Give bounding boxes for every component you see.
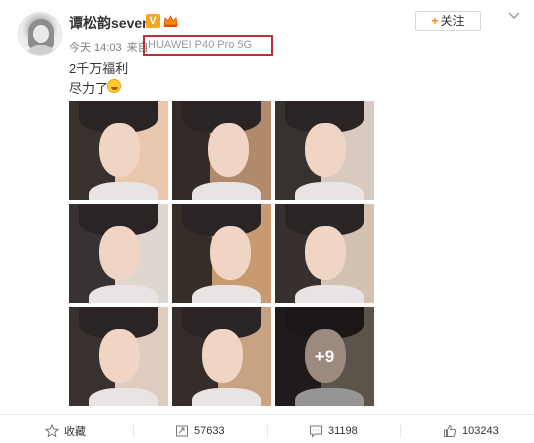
comment-count: 31198 bbox=[328, 425, 358, 437]
avatar-face bbox=[33, 25, 49, 43]
device-source[interactable]: HUAWEI P40 Pro 5G bbox=[148, 39, 252, 51]
photo-6[interactable] bbox=[275, 204, 374, 303]
photo-1[interactable] bbox=[69, 101, 168, 200]
follow-plus: + bbox=[431, 14, 439, 28]
repost-count: 57633 bbox=[194, 425, 225, 437]
photo-5[interactable] bbox=[172, 204, 271, 303]
comment-button[interactable]: 31198 bbox=[309, 420, 358, 442]
post-avatar[interactable] bbox=[18, 12, 62, 56]
emoji-icon bbox=[107, 79, 121, 93]
like-icon bbox=[444, 424, 457, 437]
photo-8[interactable] bbox=[172, 307, 271, 406]
follow-label: 关注 bbox=[440, 14, 465, 28]
favorite-button[interactable]: 收藏 bbox=[45, 420, 86, 442]
photo-3[interactable] bbox=[275, 101, 374, 200]
post-text-line2: 尽力了 bbox=[69, 81, 109, 96]
post-text-line1: 2千万福利 bbox=[69, 61, 129, 76]
action-separator bbox=[133, 425, 134, 438]
comment-icon bbox=[310, 425, 322, 438]
action-separator bbox=[400, 425, 401, 438]
like-count: 103243 bbox=[462, 425, 499, 437]
follow-button[interactable]: + 关注 bbox=[415, 11, 481, 31]
like-button[interactable]: 103243 bbox=[443, 420, 499, 442]
action-separator bbox=[267, 425, 268, 438]
photo-9[interactable]: +9 bbox=[275, 307, 374, 406]
chevron-down-icon[interactable] bbox=[508, 9, 520, 21]
post-meta: 今天 14:03 来自 bbox=[69, 39, 154, 55]
verified-badge: V bbox=[146, 14, 160, 28]
repost-button[interactable]: 57633 bbox=[175, 420, 225, 442]
post-time[interactable]: 今天 14:03 bbox=[69, 42, 122, 54]
photo-4[interactable] bbox=[69, 204, 168, 303]
more-photos-overlay[interactable]: +9 bbox=[275, 307, 374, 406]
photo-7[interactable] bbox=[69, 307, 168, 406]
star-icon bbox=[45, 424, 59, 438]
action-bar-divider bbox=[0, 414, 534, 415]
username[interactable]: 谭松韵seven bbox=[69, 13, 151, 33]
photo-2[interactable] bbox=[172, 101, 271, 200]
crown-icon bbox=[163, 15, 178, 27]
repost-icon bbox=[176, 425, 188, 437]
photo-grid: +9 bbox=[69, 101, 374, 406]
favorite-label: 收藏 bbox=[64, 426, 86, 438]
